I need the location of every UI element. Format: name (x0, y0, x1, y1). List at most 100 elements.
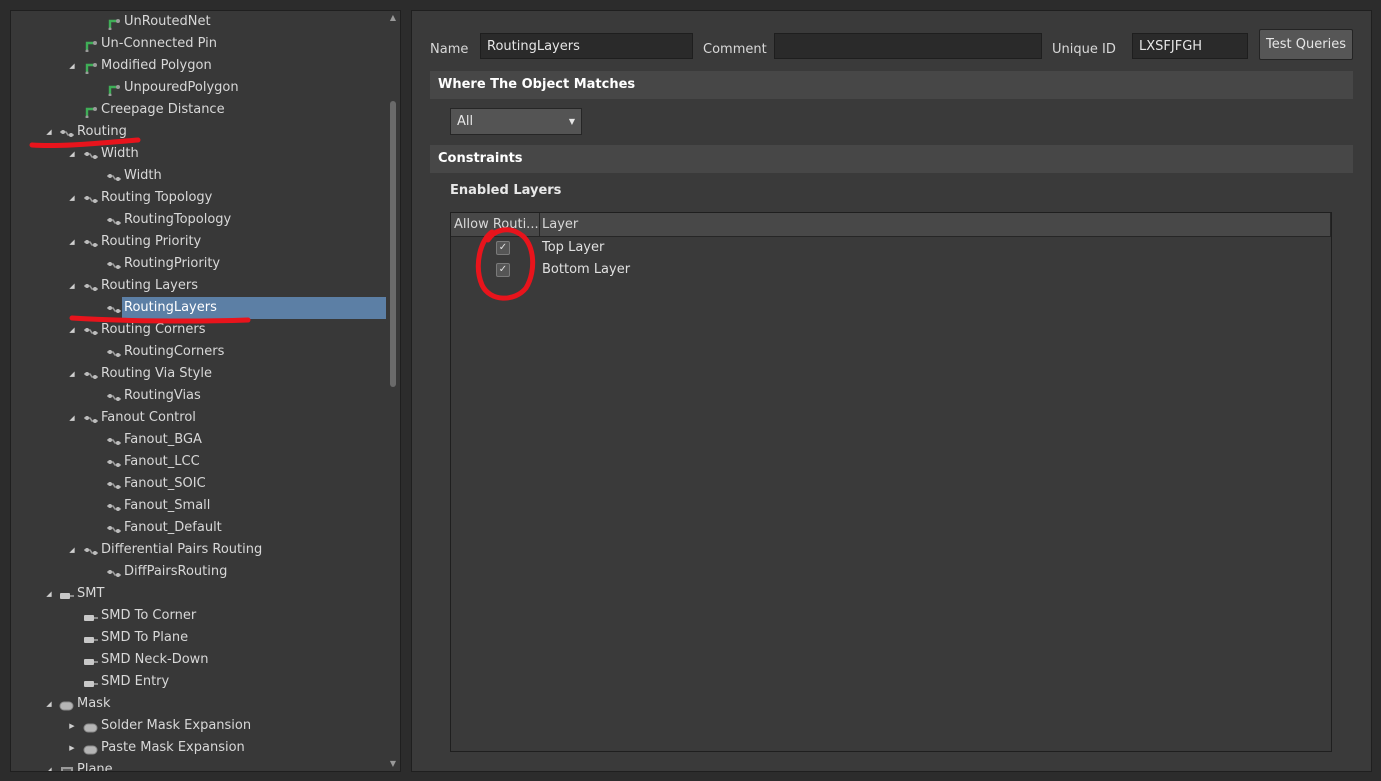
routing-rule-icon (106, 522, 122, 534)
tree-item[interactable]: ◢ Routing Layers (11, 275, 386, 297)
routing-rule-icon (106, 434, 122, 446)
tree-item[interactable]: ▶ Solder Mask Expansion (11, 715, 386, 737)
tree-item[interactable]: RoutingCorners (11, 341, 386, 363)
tree-item[interactable]: ◢ Width (11, 143, 386, 165)
tree-item-label: Fanout_BGA (124, 432, 202, 447)
tree-item[interactable]: ◢ Routing Topology (11, 187, 386, 209)
name-input[interactable] (480, 33, 693, 59)
expand-arrow-icon[interactable]: ◢ (67, 363, 77, 385)
tree-item[interactable]: ◢ Mask (11, 693, 386, 715)
enabled-layers-title: Enabled Layers (450, 183, 562, 198)
tree-item-label: Fanout_SOIC (124, 476, 206, 491)
tree-item-label: Routing Via Style (101, 366, 212, 381)
tree-item[interactable]: Fanout_Small (11, 495, 386, 517)
tree-scrollbar[interactable]: ▲ ▼ (386, 11, 400, 771)
tree-item[interactable]: RoutingLayers (11, 297, 386, 319)
tree-item[interactable]: SMD To Plane (11, 627, 386, 649)
constraints-header: Constraints (430, 145, 1353, 173)
tree-item-label: Plane (77, 762, 113, 772)
tree-item[interactable]: Un-Connected Pin (11, 33, 386, 55)
column-header-allow-routing[interactable]: Allow Routi... (451, 213, 539, 237)
tree-item[interactable]: ◢ Modified Polygon (11, 55, 386, 77)
tree-item[interactable]: Fanout_BGA (11, 429, 386, 451)
tree-item[interactable]: ◢ Routing Corners (11, 319, 386, 341)
tree-item[interactable]: ◢ Fanout Control (11, 407, 386, 429)
tree-item[interactable]: UnRoutedNet (11, 11, 386, 33)
tree-item-label: Differential Pairs Routing (101, 542, 263, 557)
allow-routing-checkbox[interactable]: ✓ (496, 263, 510, 277)
tree-item[interactable]: RoutingTopology (11, 209, 386, 231)
comment-label: Comment (703, 42, 767, 57)
expand-arrow-icon[interactable]: ◢ (44, 583, 54, 605)
expand-arrow-icon[interactable]: ◢ (67, 187, 77, 209)
table-header: Allow Routi... Layer (451, 213, 1331, 237)
tree-item[interactable]: Fanout_LCC (11, 451, 386, 473)
unique-id-input[interactable] (1132, 33, 1248, 59)
tree-item[interactable]: UnpouredPolygon (11, 77, 386, 99)
tree-item[interactable]: ◢ Plane (11, 759, 386, 772)
match-scope-dropdown[interactable]: All ▼ (450, 108, 582, 135)
expand-arrow-icon[interactable]: ◢ (67, 319, 77, 341)
expand-arrow-icon[interactable]: ◢ (67, 143, 77, 165)
expand-arrow-icon[interactable]: ◢ (67, 407, 77, 429)
expand-arrow-icon[interactable]: ◢ (44, 121, 54, 143)
tree-item[interactable]: RoutingPriority (11, 253, 386, 275)
tree-item[interactable]: ◢ Routing (11, 121, 386, 143)
routing-rule-icon (106, 566, 122, 578)
routing-rule-icon (59, 126, 75, 138)
scroll-down-arrow-icon[interactable]: ▼ (386, 757, 400, 771)
match-scope-value: All (457, 114, 474, 129)
tree-item[interactable]: Fanout_Default (11, 517, 386, 539)
tree-item-label: Creepage Distance (101, 102, 225, 117)
tree-item[interactable]: DiffPairsRouting (11, 561, 386, 583)
routing-rule-icon (83, 368, 99, 380)
tree-item-label: Fanout Control (101, 410, 196, 425)
collapse-arrow-icon[interactable]: ▶ (67, 715, 77, 737)
tree-item-label: Solder Mask Expansion (101, 718, 252, 733)
collapse-arrow-icon[interactable]: ▶ (67, 737, 77, 759)
tree-item[interactable]: Creepage Distance (11, 99, 386, 121)
tree-item[interactable]: Fanout_SOIC (11, 473, 386, 495)
routing-rule-icon (83, 324, 99, 336)
tree-item-label: SMD To Corner (101, 608, 197, 623)
routing-rule-icon (106, 302, 122, 314)
allow-routing-checkbox[interactable]: ✓ (496, 241, 510, 255)
tree-item-label: DiffPairsRouting (124, 564, 228, 579)
tree-item-label: Modified Polygon (101, 58, 212, 73)
expand-arrow-icon[interactable]: ◢ (67, 231, 77, 253)
tree-item[interactable]: SMD Entry (11, 671, 386, 693)
tree-item[interactable]: Width (11, 165, 386, 187)
column-header-layer[interactable]: Layer (539, 213, 739, 237)
routing-rule-icon (106, 478, 122, 490)
smt-rule-icon (59, 588, 75, 600)
expand-arrow-icon[interactable]: ◢ (67, 539, 77, 561)
scroll-up-arrow-icon[interactable]: ▲ (386, 11, 400, 25)
rule-editor-panel: Name Comment Unique ID Test Queries Wher… (411, 10, 1372, 772)
expand-arrow-icon[interactable]: ◢ (67, 55, 77, 77)
tree-item[interactable]: RoutingVias (11, 385, 386, 407)
test-queries-button[interactable]: Test Queries (1259, 29, 1353, 60)
table-row[interactable]: ✓ Bottom Layer (451, 259, 1331, 281)
tree-item[interactable]: SMD Neck-Down (11, 649, 386, 671)
tree-item[interactable]: ◢ Differential Pairs Routing (11, 539, 386, 561)
expand-arrow-icon[interactable]: ◢ (44, 759, 54, 771)
table-row[interactable]: ✓ Top Layer (451, 237, 1331, 259)
green-rule-icon (83, 104, 99, 119)
tree-item[interactable]: ◢ Routing Via Style (11, 363, 386, 385)
green-rule-icon (106, 82, 122, 97)
routing-rule-icon (83, 148, 99, 160)
green-rule-icon (83, 60, 99, 75)
tree-item-label: UnpouredPolygon (124, 80, 239, 95)
routing-rule-icon (106, 170, 122, 182)
tree-item[interactable]: ◢ SMT (11, 583, 386, 605)
tree-item[interactable]: SMD To Corner (11, 605, 386, 627)
scroll-thumb[interactable] (390, 101, 396, 387)
tree-item[interactable]: ▶ Paste Mask Expansion (11, 737, 386, 759)
expand-arrow-icon[interactable]: ◢ (67, 275, 77, 297)
comment-input[interactable] (774, 33, 1042, 59)
name-label: Name (430, 42, 469, 57)
tree-item[interactable]: ◢ Routing Priority (11, 231, 386, 253)
chevron-down-icon: ▼ (568, 117, 575, 126)
expand-arrow-icon[interactable]: ◢ (44, 693, 54, 715)
tree-item-label: Fanout_Small (124, 498, 211, 513)
